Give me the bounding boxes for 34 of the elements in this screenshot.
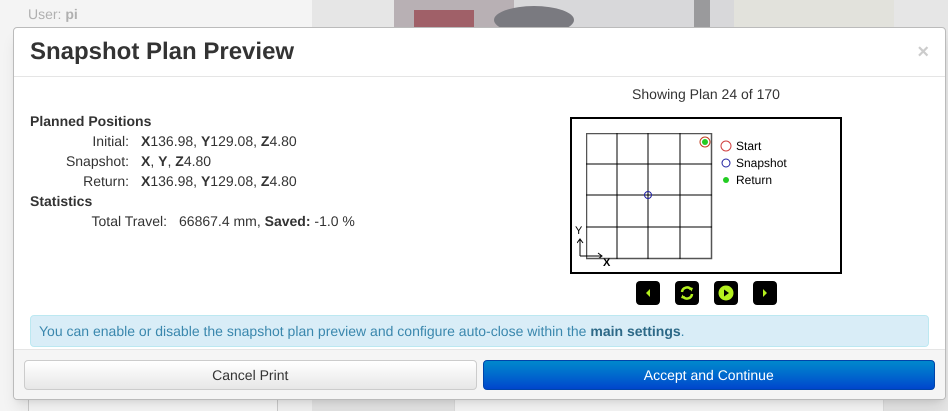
x-axis-label: X [603, 258, 610, 269]
accept-button[interactable]: Accept and Continue [482, 360, 935, 390]
info-text: You can enable or disable the snapshot plan preview and configure auto-close within the [39, 322, 586, 341]
section-heading: Planned Positions [30, 112, 152, 131]
section-heading: Statistics [30, 192, 94, 211]
return-marker-icon [720, 174, 732, 186]
field-value: X, Y, Z4.80 [141, 152, 212, 171]
legend-label: Snapshot [736, 156, 787, 170]
settings-link[interactable]: main settings [590, 321, 681, 341]
start-marker-icon [720, 140, 732, 152]
field-value: X136.98, Y129.08, Z4.80 [141, 132, 297, 151]
user-name: pi [65, 6, 78, 22]
legend-label: Return [736, 173, 772, 187]
field-label: Return: [82, 172, 129, 191]
cancel-button[interactable]: Cancel Print [24, 360, 476, 390]
previous-button[interactable] [636, 281, 660, 305]
snapshot-marker-icon [720, 157, 732, 169]
field-label: Total Travel: [90, 212, 167, 231]
plan-caption: Showing Plan 24 of 170 [632, 85, 780, 104]
info-period: . [680, 322, 685, 341]
user-label: User: [28, 6, 62, 22]
field-label: Snapshot: [64, 152, 129, 171]
field-value: X136.98, Y129.08, Z4.80 [141, 172, 297, 191]
refresh-button[interactable] [674, 281, 698, 305]
refresh-icon [678, 285, 694, 301]
dialog-title: Snapshot Plan Preview [30, 37, 294, 67]
play-icon [718, 285, 734, 301]
axes-arrow-icon [577, 238, 603, 258]
field-value: 66867.4 mm, Saved: -1.0 % [179, 212, 355, 231]
next-button[interactable] [752, 281, 776, 305]
play-button[interactable] [714, 281, 738, 305]
field-label: Initial: [91, 132, 129, 151]
y-axis-label: Y [575, 226, 582, 237]
legend-label: Start [736, 139, 762, 153]
